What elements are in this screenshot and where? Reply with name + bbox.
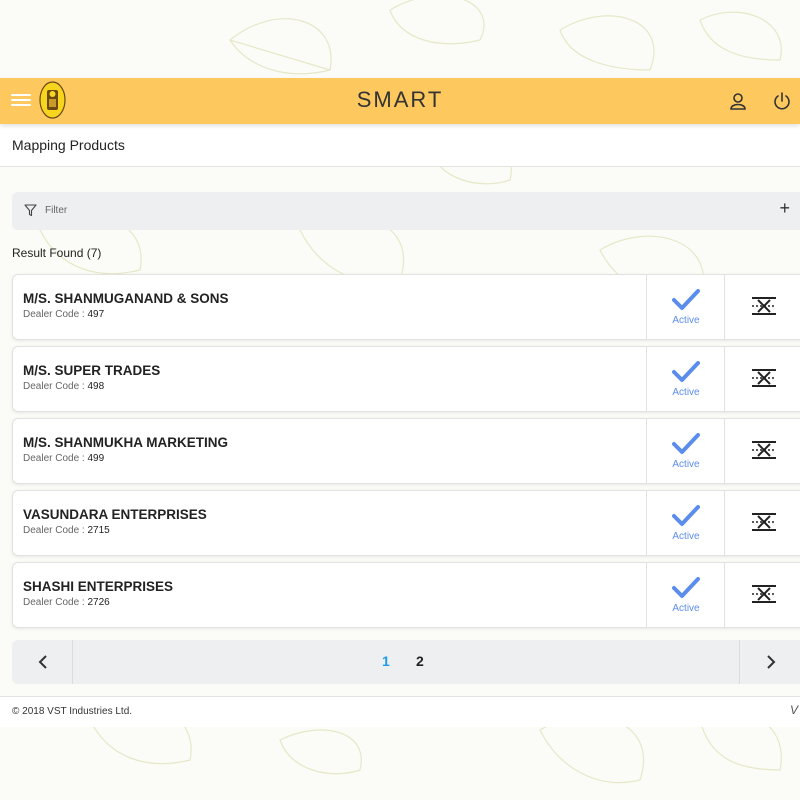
dealer-code-value: 497 xyxy=(87,309,105,320)
filter-bar[interactable]: Filter + xyxy=(12,192,800,230)
app-header: SMART xyxy=(0,78,800,124)
map-products-button[interactable] xyxy=(724,347,800,411)
status-toggle[interactable]: Active xyxy=(646,491,725,555)
map-products-button[interactable] xyxy=(724,563,800,627)
footer-mark: V xyxy=(789,703,798,717)
page-title: Mapping Products xyxy=(12,137,125,153)
dealer-card: M/S. SHANMUKHA MARKETING Dealer Code : 4… xyxy=(12,418,800,484)
dealer-name: M/S. SUPER TRADES xyxy=(23,363,161,378)
map-products-button[interactable] xyxy=(724,491,800,555)
dealer-code: Dealer Code : 499 xyxy=(23,453,104,464)
dealer-code-value: 2726 xyxy=(87,597,110,608)
map-products-button[interactable] xyxy=(724,419,800,483)
pagination: 1 2 xyxy=(12,640,800,684)
filter-icon xyxy=(24,204,37,217)
status-toggle[interactable]: Active xyxy=(646,419,725,483)
mapping-icon xyxy=(752,297,776,315)
footer: © 2018 VST Industries Ltd. V xyxy=(0,696,800,727)
dealer-code-value: 499 xyxy=(87,453,105,464)
copyright-text: © 2018 VST Industries Ltd. xyxy=(12,706,133,717)
chevron-left-icon xyxy=(38,655,47,669)
status-label: Active xyxy=(672,531,700,542)
dealer-code-label: Dealer Code : xyxy=(23,309,88,320)
app-title: SMART xyxy=(356,87,444,112)
dealer-name: SHASHI ENTERPRISES xyxy=(23,579,174,594)
status-toggle[interactable]: Active xyxy=(646,275,725,339)
status-toggle[interactable]: Active xyxy=(646,347,725,411)
prev-page-button[interactable] xyxy=(12,640,73,684)
page-header: Mapping Products xyxy=(0,124,800,167)
dealer-name: M/S. SHANMUGANAND & SONS xyxy=(23,291,229,306)
status-label: Active xyxy=(672,387,700,398)
dealer-code: Dealer Code : 498 xyxy=(23,381,104,392)
dealer-card: M/S. SUPER TRADES Dealer Code : 498 Acti… xyxy=(12,346,800,412)
mapping-icon xyxy=(752,585,776,603)
page-2-link[interactable]: 2 xyxy=(416,653,424,669)
page-1-link[interactable]: 1 xyxy=(382,653,390,669)
check-icon xyxy=(672,433,700,454)
dealer-name: VASUNDARA ENTERPRISES xyxy=(23,507,207,522)
result-count: Result Found (7) xyxy=(12,246,102,260)
status-label: Active xyxy=(672,603,700,614)
dealer-card: M/S. SHANMUGANAND & SONS Dealer Code : 4… xyxy=(12,274,800,340)
status-label: Active xyxy=(672,459,700,470)
dealer-code-label: Dealer Code : xyxy=(23,381,88,392)
dealer-code: Dealer Code : 2726 xyxy=(23,597,110,608)
dealer-name: M/S. SHANMUKHA MARKETING xyxy=(23,435,228,450)
mapping-icon xyxy=(752,369,776,387)
dealer-card: VASUNDARA ENTERPRISES Dealer Code : 2715… xyxy=(12,490,800,556)
dealer-code-label: Dealer Code : xyxy=(23,453,88,464)
chevron-right-icon xyxy=(767,655,776,669)
check-icon xyxy=(672,505,700,526)
dealer-info[interactable]: VASUNDARA ENTERPRISES Dealer Code : 2715 xyxy=(13,491,646,555)
status-toggle[interactable]: Active xyxy=(646,563,725,627)
check-icon xyxy=(672,361,700,382)
power-icon[interactable] xyxy=(772,91,792,111)
user-icon[interactable] xyxy=(728,91,748,111)
dealer-info[interactable]: M/S. SHANMUKHA MARKETING Dealer Code : 4… xyxy=(13,419,646,483)
map-products-button[interactable] xyxy=(724,275,800,339)
status-label: Active xyxy=(672,315,700,326)
dealer-card: SHASHI ENTERPRISES Dealer Code : 2726 Ac… xyxy=(12,562,800,628)
dealer-info[interactable]: M/S. SUPER TRADES Dealer Code : 498 xyxy=(13,347,646,411)
mapping-icon xyxy=(752,513,776,531)
dealer-code-value: 2715 xyxy=(87,525,110,536)
dealer-code-label: Dealer Code : xyxy=(23,525,88,536)
dealer-info[interactable]: SHASHI ENTERPRISES Dealer Code : 2726 xyxy=(13,563,646,627)
dealer-code: Dealer Code : 497 xyxy=(23,309,104,320)
next-page-button[interactable] xyxy=(739,640,800,684)
mapping-icon xyxy=(752,441,776,459)
filter-label: Filter xyxy=(45,205,68,216)
check-icon xyxy=(672,289,700,310)
dealer-code-label: Dealer Code : xyxy=(23,597,88,608)
dealer-code-value: 498 xyxy=(87,381,105,392)
dealer-info[interactable]: M/S. SHANMUGANAND & SONS Dealer Code : 4… xyxy=(13,275,646,339)
check-icon xyxy=(672,577,700,598)
add-button[interactable]: + xyxy=(779,198,790,219)
dealer-code: Dealer Code : 2715 xyxy=(23,525,110,536)
